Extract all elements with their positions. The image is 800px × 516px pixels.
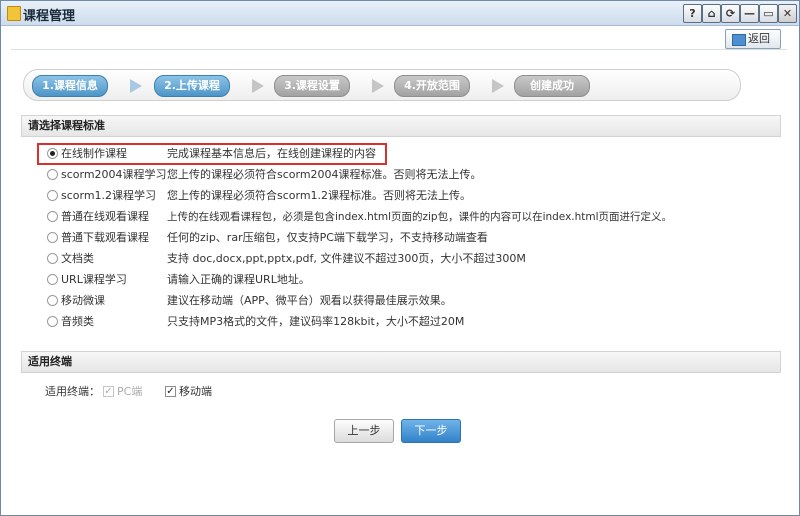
return-button-label: 返回 xyxy=(748,32,770,45)
close-icon[interactable]: ✕ xyxy=(778,4,797,23)
option-label: 文档类 xyxy=(61,252,94,265)
next-step-button[interactable]: 下一步 xyxy=(401,419,461,443)
mobile-checkbox[interactable]: ✓ xyxy=(165,386,176,397)
radio-button[interactable] xyxy=(47,211,58,222)
top-toolbar: 返回 xyxy=(11,29,787,50)
home-icon[interactable]: ⌂ xyxy=(702,4,721,23)
option-description: 支持 doc,docx,ppt,pptx,pdf, 文件建议不超过300页，大小… xyxy=(167,252,526,265)
option-label: scorm1.2课程学习 xyxy=(61,189,157,202)
option-label: 普通下载观看课程 xyxy=(61,231,149,244)
option-description: 您上传的课程必须符合scorm2004课程标准。否则将无法上传。 xyxy=(167,168,482,181)
radio-button[interactable] xyxy=(47,295,58,306)
return-button[interactable]: 返回 xyxy=(725,29,781,49)
terminal-title: 适用终端 xyxy=(28,355,72,368)
course-standard-header: 请选择课程标准 xyxy=(21,115,781,137)
window-title: 课程管理 xyxy=(23,9,76,24)
radio-button[interactable] xyxy=(47,253,58,264)
main-content: 返回 1.课程信息 2.上传课程 3.课程设置 4.开放范围 创建成功 请选择课… xyxy=(1,26,799,515)
step-open-scope: 4.开放范围 xyxy=(394,75,470,97)
radio-button[interactable] xyxy=(47,190,58,201)
terminal-header: 适用终端 xyxy=(21,351,781,373)
option-description: 任何的zip、rar压缩包，仅支持PC端下载学习，不支持移动端查看 xyxy=(167,231,488,244)
option-label: 在线制作课程 xyxy=(61,147,127,160)
radio-button[interactable] xyxy=(47,169,58,180)
step-created: 创建成功 xyxy=(514,75,590,97)
option-label: 普通在线观看课程 xyxy=(61,210,149,223)
step-arrow-icon xyxy=(130,79,142,93)
radio-button[interactable] xyxy=(47,148,58,159)
minimize-icon[interactable]: — xyxy=(740,4,759,23)
wizard-steps: 1.课程信息 2.上传课程 3.课程设置 4.开放范围 创建成功 xyxy=(23,69,741,101)
option-description: 上传的在线观看课程包，必须是包含index.html页面的zip包，课件的内容可… xyxy=(167,211,673,223)
option-description: 请输入正确的课程URL地址。 xyxy=(167,273,310,286)
step-course-info: 1.课程信息 xyxy=(32,75,108,97)
prev-step-button[interactable]: 上一步 xyxy=(334,419,394,443)
terminal-label: 适用终端： xyxy=(45,385,100,398)
pc-checkbox: ✓ xyxy=(103,386,114,397)
option-label: scorm2004课程学习 xyxy=(61,168,167,181)
step-upload-course: 2.上传课程 xyxy=(154,75,230,97)
radio-button[interactable] xyxy=(47,316,58,327)
option-label: 移动微课 xyxy=(61,294,105,307)
app-icon xyxy=(7,6,21,21)
course-management-window: 课程管理 ? ⌂ ⟳ — ▭ ✕ 返回 1.课程信息 2.上传课程 3.课程设置… xyxy=(0,0,800,516)
course-standard-title: 请选择课程标准 xyxy=(28,119,105,132)
step-arrow-icon xyxy=(372,79,384,93)
step-course-settings: 3.课程设置 xyxy=(274,75,350,97)
title-bar: 课程管理 ? ⌂ ⟳ — ▭ ✕ xyxy=(1,1,799,26)
maximize-icon[interactable]: ▭ xyxy=(759,4,778,23)
return-icon xyxy=(732,34,746,46)
option-description: 完成课程基本信息后，在线创建课程的内容 xyxy=(167,147,376,160)
option-description: 建议在移动端（APP、微平台）观看以获得最佳展示效果。 xyxy=(167,294,452,307)
option-label: URL课程学习 xyxy=(61,273,127,286)
pc-label: PC端 xyxy=(117,385,143,398)
step-arrow-icon xyxy=(492,79,504,93)
radio-button[interactable] xyxy=(47,232,58,243)
option-description: 您上传的课程必须符合scorm1.2课程标准。否则将无法上传。 xyxy=(167,189,472,202)
refresh-icon[interactable]: ⟳ xyxy=(721,4,740,23)
mobile-label: 移动端 xyxy=(179,385,212,398)
radio-button[interactable] xyxy=(47,274,58,285)
help-icon[interactable]: ? xyxy=(683,4,702,23)
step-arrow-icon xyxy=(252,79,264,93)
option-description: 只支持MP3格式的文件，建议码率128kbit，大小不超过20M xyxy=(167,315,465,328)
option-label: 音频类 xyxy=(61,315,94,328)
